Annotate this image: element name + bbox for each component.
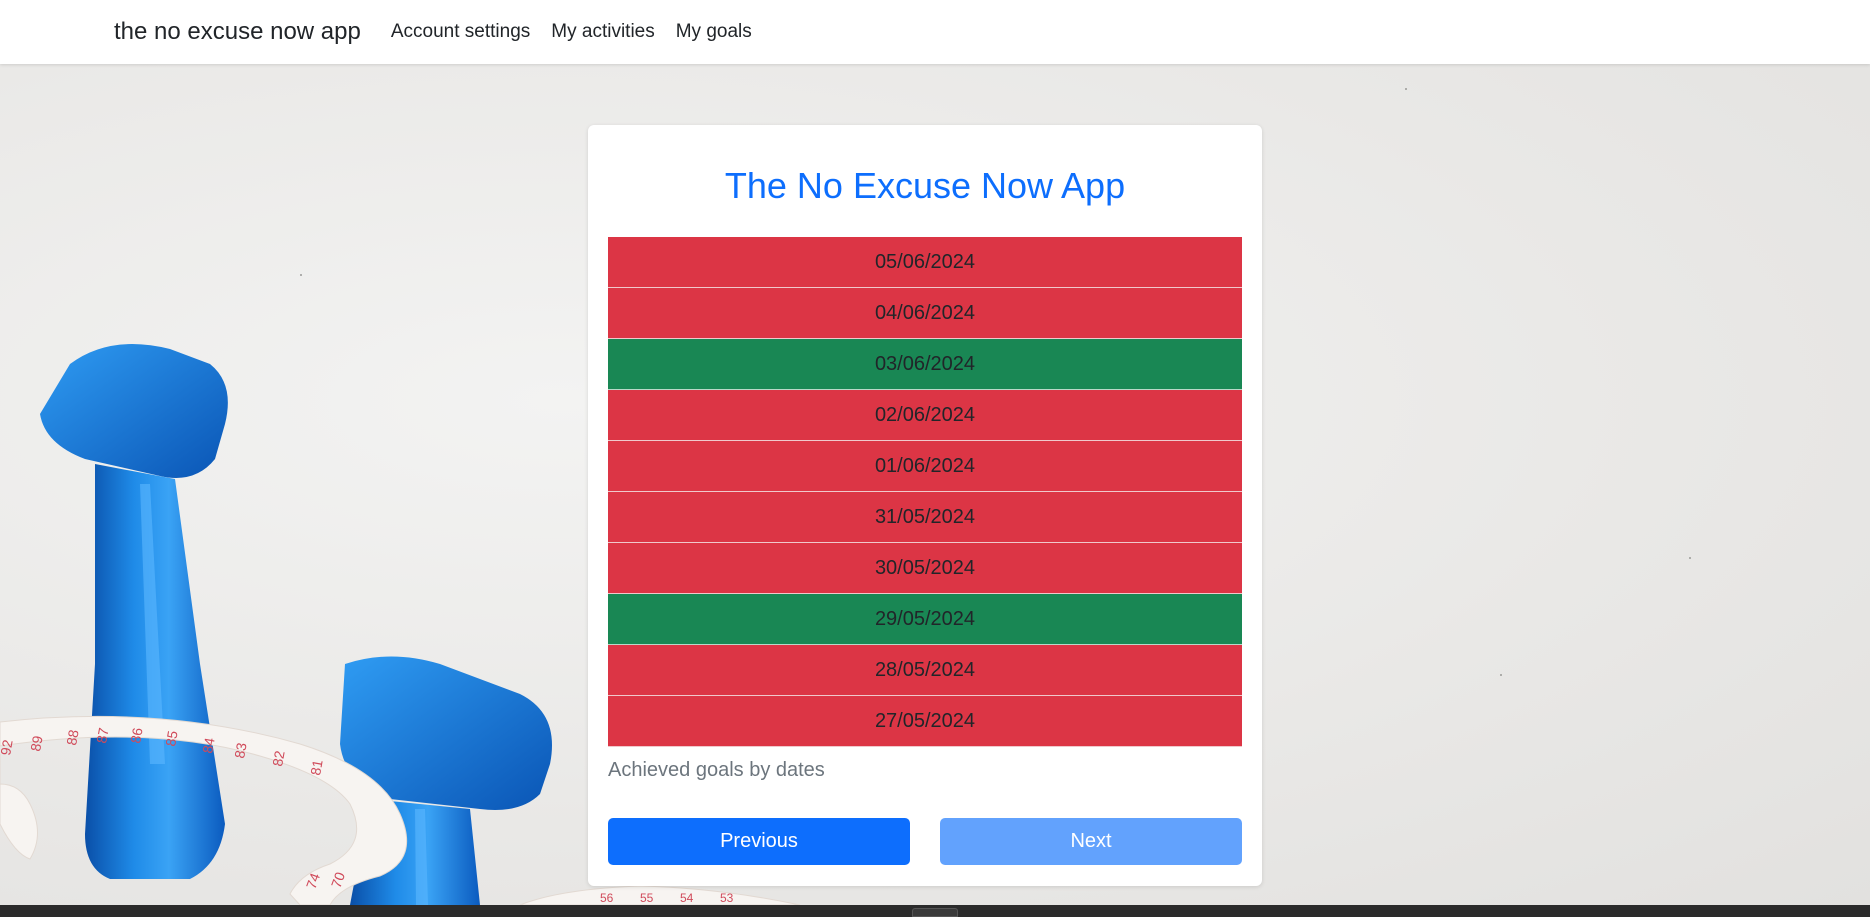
svg-text:87: 87 — [93, 726, 111, 744]
taskbar-handle — [912, 908, 958, 917]
date-row: 29/05/2024 — [608, 594, 1242, 645]
svg-text:82: 82 — [269, 749, 287, 767]
svg-text:85: 85 — [162, 729, 180, 747]
date-row: 28/05/2024 — [608, 645, 1242, 696]
date-row: 05/06/2024 — [608, 237, 1242, 288]
list-caption: Achieved goals by dates — [608, 759, 825, 781]
nav-link-account-settings[interactable]: Account settings — [391, 21, 530, 43]
svg-text:53: 53 — [720, 891, 734, 905]
date-row: 31/05/2024 — [608, 492, 1242, 543]
svg-text:81: 81 — [307, 758, 325, 776]
next-button[interactable]: Next — [940, 818, 1242, 865]
date-row: 03/06/2024 — [608, 339, 1242, 390]
svg-text:54: 54 — [680, 891, 694, 905]
goals-card: The No Excuse Now App 05/06/2024 04/06/20… — [588, 125, 1262, 886]
dumbbell-icon — [40, 344, 228, 879]
nav-link-my-goals[interactable]: My goals — [676, 21, 752, 43]
date-row: 27/05/2024 — [608, 696, 1242, 747]
date-row: 02/06/2024 — [608, 390, 1242, 441]
previous-button[interactable]: Previous — [608, 818, 910, 865]
svg-text:89: 89 — [27, 734, 45, 752]
svg-text:55: 55 — [640, 891, 654, 905]
taskbar — [0, 905, 1870, 917]
page-title: The No Excuse Now App — [724, 165, 1126, 206]
top-navbar: the no excuse now app Account settings M… — [0, 0, 1870, 64]
date-row: 30/05/2024 — [608, 543, 1242, 594]
svg-text:86: 86 — [127, 726, 145, 744]
svg-text:92: 92 — [0, 738, 16, 756]
svg-text:83: 83 — [231, 741, 249, 759]
brand-link[interactable]: the no excuse now app — [114, 18, 361, 46]
achieved-goals-list: 05/06/2024 04/06/2024 03/06/2024 02/06/2024… — [608, 237, 1242, 747]
pagination: Previous Next — [608, 818, 1242, 865]
date-row: 01/06/2024 — [608, 441, 1242, 492]
nav-link-my-activities[interactable]: My activities — [551, 21, 654, 43]
svg-text:88: 88 — [63, 728, 81, 746]
svg-text:56: 56 — [600, 891, 614, 905]
date-row: 04/06/2024 — [608, 288, 1242, 339]
svg-text:84: 84 — [199, 736, 217, 754]
